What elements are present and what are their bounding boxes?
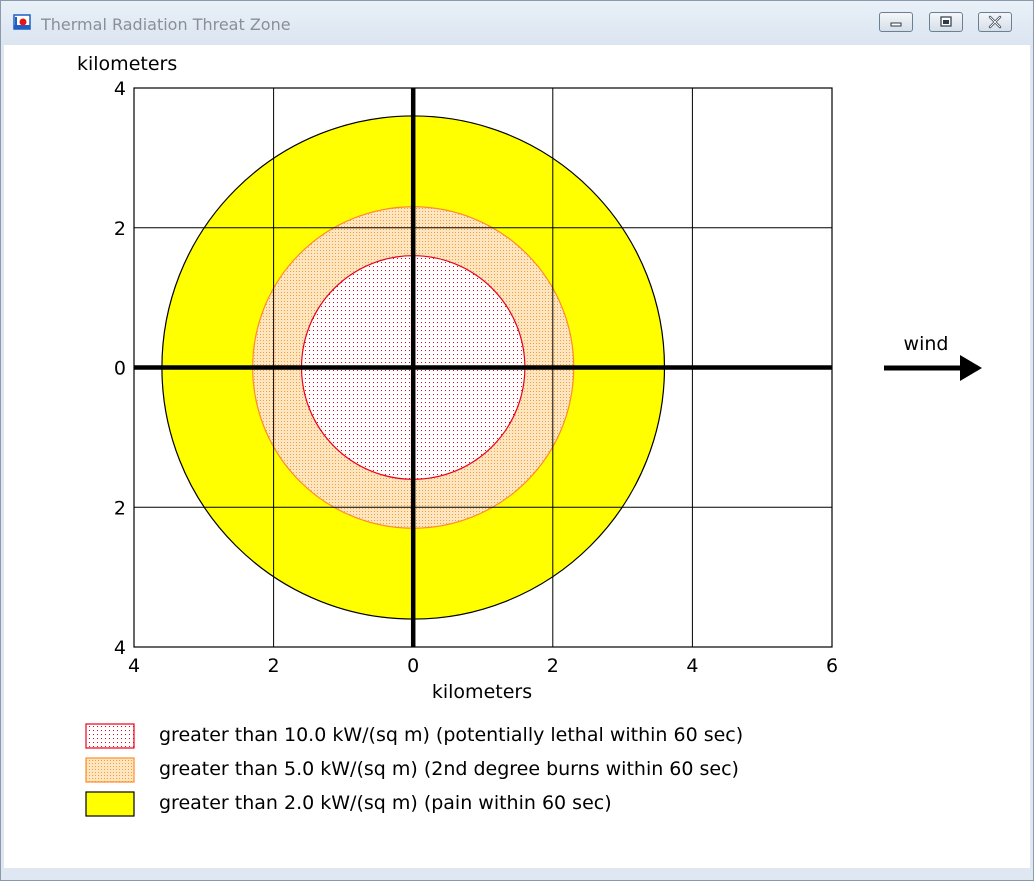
legend: greater than 10.0 kW/(sq m) (potentially… xyxy=(85,723,743,817)
threat-zone-plot: 420244 2 0 2 4 6 kilometers kilometers wind g… xyxy=(77,53,982,817)
minimize-icon xyxy=(890,22,902,27)
close-button[interactable] xyxy=(978,12,1012,32)
legend-label: greater than 5.0 kW/(sq m) (2nd degree b… xyxy=(159,758,739,780)
x-tick-label: 2 xyxy=(268,655,280,677)
y-axis-label: kilometers xyxy=(77,53,177,75)
legend-label: greater than 2.0 kW/(sq m) (pain within … xyxy=(159,792,612,814)
legend-swatch xyxy=(85,791,135,817)
y-tick-label: 0 xyxy=(114,358,126,380)
legend-label: greater than 10.0 kW/(sq m) (potentially… xyxy=(159,724,743,746)
legend-swatch xyxy=(85,723,135,749)
minimize-button[interactable] xyxy=(879,12,913,32)
y-tick-label: 2 xyxy=(114,218,126,240)
legend-swatch xyxy=(85,757,135,783)
y-tick-label: 4 xyxy=(114,637,126,659)
x-tick-label: 0 xyxy=(407,655,419,677)
y-tick-label: 2 xyxy=(114,497,126,519)
x-axis-label: kilometers xyxy=(432,681,532,703)
app-icon xyxy=(13,14,31,30)
restore-button[interactable] xyxy=(929,12,963,32)
wind-label: wind xyxy=(904,333,949,355)
x-tick-label: 6 xyxy=(826,655,838,677)
window-title: Thermal Radiation Threat Zone xyxy=(41,15,291,34)
wind-indicator: wind xyxy=(884,333,982,381)
window-bottom-border xyxy=(1,868,1033,880)
application-window: Thermal Radiation Threat Zone 4 2 0 2 4 … xyxy=(0,0,1034,881)
x-tick-label: 2 xyxy=(547,655,559,677)
close-icon xyxy=(988,15,1002,29)
y-tick-label: 4 xyxy=(114,78,126,100)
x-tick-label: 4 xyxy=(128,655,140,677)
title-bar[interactable]: Thermal Radiation Threat Zone xyxy=(1,1,1033,45)
wind-arrow-icon xyxy=(884,355,982,381)
restore-icon xyxy=(940,16,952,27)
x-tick-label: 4 xyxy=(686,655,698,677)
client-area: 42024420246 kilometers kilometers wind g… xyxy=(4,45,1030,868)
